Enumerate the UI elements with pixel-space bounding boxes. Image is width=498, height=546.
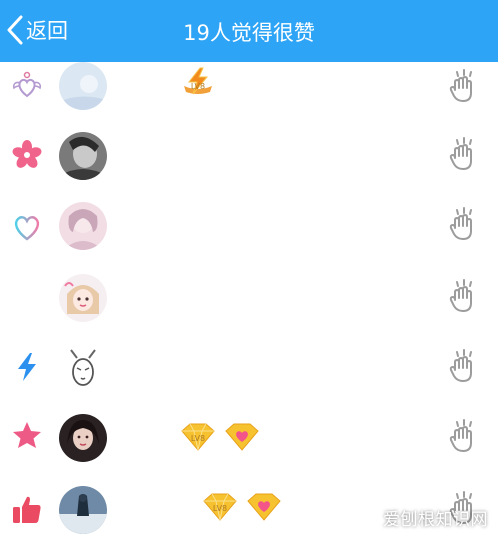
level-badge: LV8: [202, 492, 238, 522]
level-label: LV8: [190, 434, 206, 443]
avatar[interactable]: [59, 62, 107, 110]
heart-gem-icon: [246, 492, 282, 522]
list-item[interactable]: [0, 332, 498, 404]
list-item[interactable]: [0, 120, 498, 192]
thumbs-up-icon: [10, 493, 44, 527]
avatar[interactable]: [59, 486, 107, 534]
level-badge: LV8: [180, 66, 216, 96]
avatar[interactable]: [59, 344, 107, 392]
avatar[interactable]: [59, 274, 107, 322]
like-hand-icon[interactable]: [446, 204, 482, 244]
lightning-icon: [10, 350, 44, 384]
like-hand-icon[interactable]: [446, 134, 482, 174]
list-item[interactable]: [0, 262, 498, 334]
level-badge: LV8: [180, 422, 216, 452]
outline-heart-icon: [10, 210, 44, 244]
avatar[interactable]: [59, 202, 107, 250]
list-item[interactable]: LV8: [0, 402, 498, 474]
level-label: LV8: [190, 82, 206, 91]
list-item[interactable]: [0, 190, 498, 262]
like-hand-icon[interactable]: [446, 416, 482, 456]
avatar[interactable]: [59, 414, 107, 462]
list-item[interactable]: LV8: [0, 50, 498, 122]
page-title: 19人觉得很赞: [183, 21, 315, 45]
sakura-flower-icon: [10, 138, 44, 172]
star-icon: [10, 419, 44, 453]
like-hand-icon[interactable]: [446, 346, 482, 386]
level-label: LV8: [212, 504, 228, 513]
liker-list: LV8 LV8 LV8: [0, 62, 498, 536]
heart-wings-icon: [10, 69, 44, 103]
watermark: 爱刨根知识网: [383, 510, 488, 530]
like-hand-icon[interactable]: [446, 66, 482, 106]
avatar[interactable]: [59, 132, 107, 180]
heart-gem-icon: [224, 422, 260, 452]
like-hand-icon[interactable]: [446, 276, 482, 316]
